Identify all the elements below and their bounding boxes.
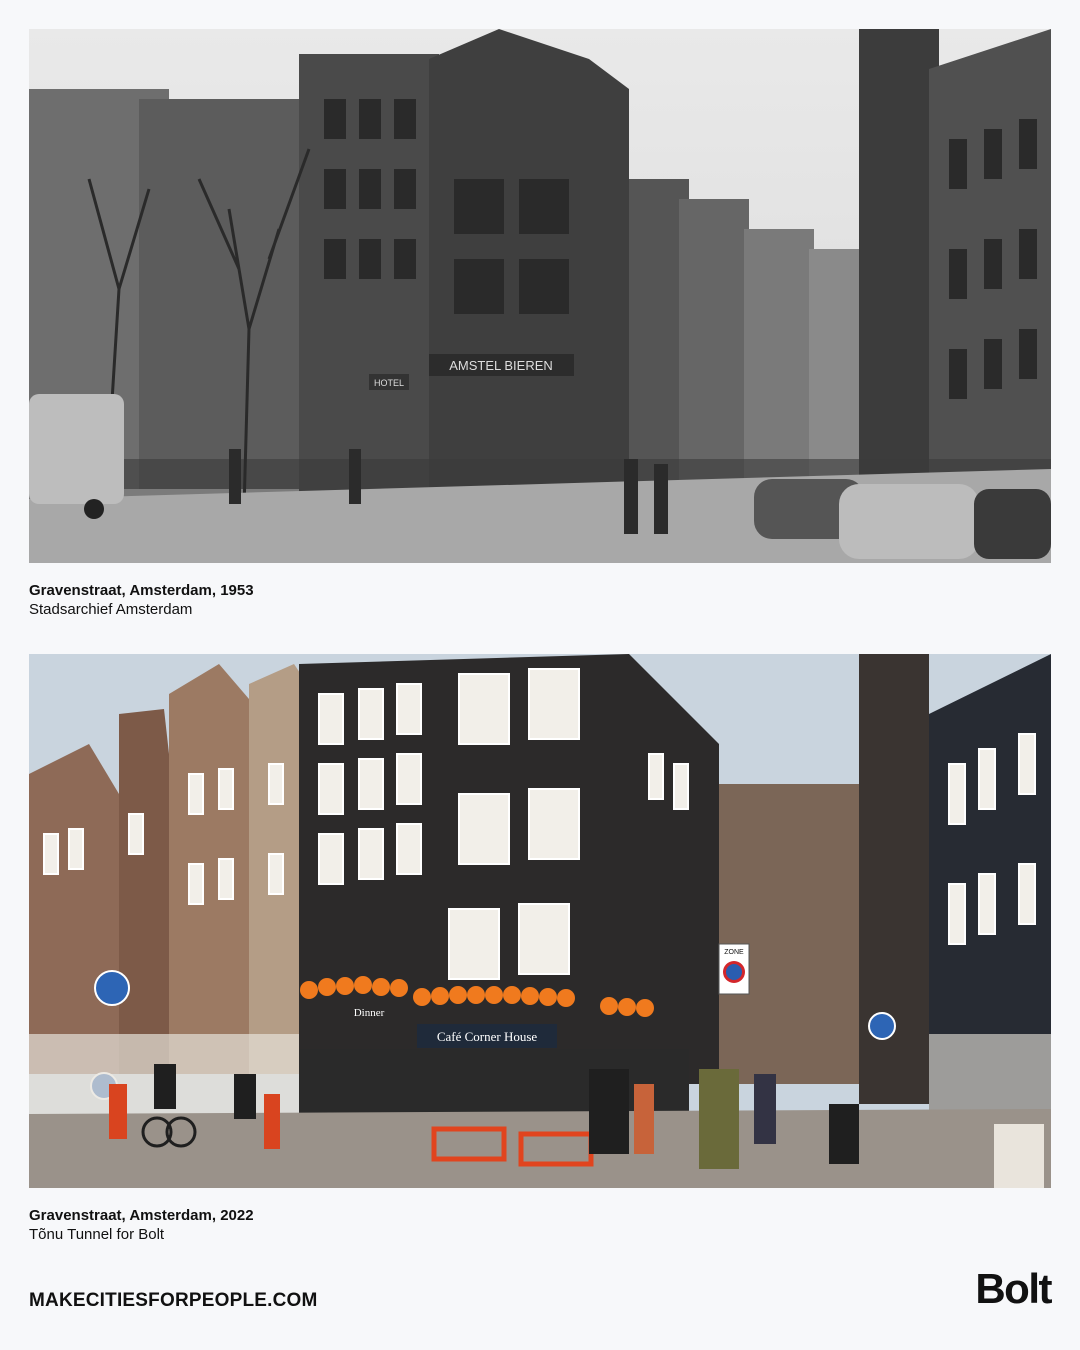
- svg-text:Dinner: Dinner: [354, 1007, 385, 1019]
- historic-street-scene: AMSTEL BIEREN HOTEL: [29, 29, 1051, 563]
- caption-credit: Stadsarchief Amsterdam: [29, 601, 193, 618]
- svg-text:AMSTEL BIEREN: AMSTEL BIEREN: [449, 358, 553, 373]
- caption-2022: Gravenstraat, Amsterdam, 2022 Tõnu Tunne…: [29, 1206, 729, 1244]
- caption-title: Gravenstraat, Amsterdam, 2022: [29, 1207, 254, 1224]
- bolt-logo: Bolt: [975, 1265, 1052, 1312]
- svg-text:HOTEL: HOTEL: [374, 378, 404, 388]
- caption-credit: Tõnu Tunnel for Bolt: [29, 1226, 165, 1243]
- caption-1953: Gravenstraat, Amsterdam, 1953 Stadsarchi…: [29, 581, 729, 619]
- website-link[interactable]: MAKECITIESFORPEOPLE.COM: [29, 1290, 318, 1312]
- svg-text:ZONE: ZONE: [724, 949, 744, 956]
- historic-photo-1953: AMSTEL BIEREN HOTEL: [29, 29, 1051, 563]
- modern-photo-2022: Café Corner House Dinner ZONE: [29, 654, 1051, 1188]
- svg-text:Café Corner House: Café Corner House: [437, 1029, 538, 1044]
- modern-street-scene: Café Corner House Dinner ZONE: [29, 654, 1051, 1188]
- caption-title: Gravenstraat, Amsterdam, 1953: [29, 582, 254, 599]
